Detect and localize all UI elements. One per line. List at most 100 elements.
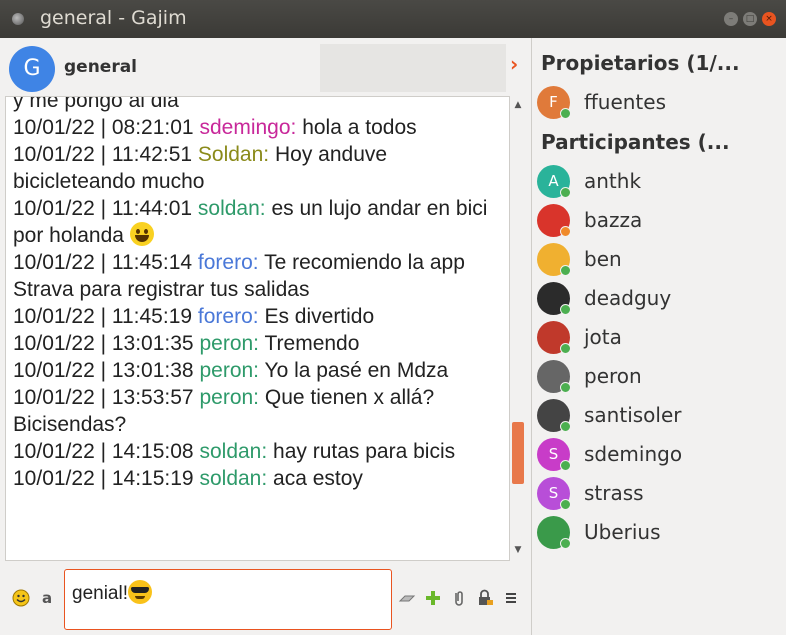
hamburger-menu-icon[interactable]: [502, 589, 520, 607]
room-avatar: G: [9, 46, 55, 92]
paperclip-icon[interactable]: [450, 589, 468, 607]
member-name: sdemingo: [584, 442, 683, 466]
member-name: anthk: [584, 169, 642, 193]
message-nick[interactable]: soldan:: [199, 440, 267, 463]
presence-status-icon: [560, 460, 571, 471]
owners-group-header[interactable]: Propietarios (1/...: [541, 51, 740, 75]
chat-message: y me pongo al dia: [13, 96, 508, 114]
member-name: ben: [584, 247, 622, 271]
member-name: Uberius: [584, 520, 661, 544]
roster-member[interactable]: jota: [537, 319, 782, 355]
presence-status-icon: [560, 499, 571, 510]
presence-status-icon: [560, 382, 571, 393]
message-text: aca estoy: [273, 467, 363, 490]
roster-member[interactable]: peron: [537, 358, 782, 394]
message-input[interactable]: genial!: [64, 569, 392, 630]
message-list: y me pongo al dia 10/01/22 | 08:21:01 sde…: [13, 96, 508, 492]
presence-status-icon: [560, 343, 571, 354]
message-timestamp: 10/01/22 | 08:21:01: [13, 116, 194, 139]
format-text-icon[interactable]: a: [38, 589, 56, 607]
message-nick[interactable]: sdemingo:: [199, 116, 296, 139]
message-text: y me pongo al dia: [13, 96, 179, 112]
conversation-view[interactable]: y me pongo al dia 10/01/22 | 08:21:01 sde…: [5, 96, 510, 561]
member-name: santisoler: [584, 403, 682, 427]
message-text: Es divertido: [264, 305, 375, 328]
presence-status-icon: [560, 265, 571, 276]
chat-message: 10/01/22 | 14:15:19 soldan: aca estoy: [13, 465, 508, 492]
lock-icon[interactable]: [476, 589, 494, 607]
send-file-icon[interactable]: [398, 589, 416, 607]
chat-message: 10/01/22 | 13:01:35 peron: Tremendo: [13, 330, 508, 357]
roster-member[interactable]: Aanthk: [537, 163, 782, 199]
plus-icon[interactable]: [424, 589, 442, 607]
message-nick[interactable]: peron:: [199, 386, 259, 409]
sunglasses-emoji-icon: [128, 580, 152, 604]
room-name: general: [64, 57, 138, 77]
emoji-smiley-icon[interactable]: [12, 589, 30, 607]
message-nick[interactable]: Soldan:: [198, 143, 269, 166]
message-nick[interactable]: peron:: [199, 332, 259, 355]
scrollbar[interactable]: ▲ ▼: [510, 96, 526, 561]
member-name: strass: [584, 481, 644, 505]
maximize-icon[interactable]: □: [743, 12, 757, 26]
message-text: Yo la pasé en Mdza: [264, 359, 449, 382]
scrollbar-thumb[interactable]: [512, 422, 524, 484]
chat-message: 10/01/22 | 11:45:14 forero: Te recomiend…: [13, 249, 508, 303]
chat-message: 10/01/22 | 13:53:57 peron: Que tienen x …: [13, 384, 508, 438]
close-icon[interactable]: ×: [762, 12, 776, 26]
roster-member[interactable]: deadguy: [537, 280, 782, 316]
message-nick[interactable]: peron:: [199, 359, 259, 382]
message-nick[interactable]: soldan:: [198, 197, 266, 220]
gajim-window: general - Gajim – □ × G general › y me p…: [0, 0, 786, 635]
member-name: ffuentes: [584, 90, 667, 114]
window-title: general - Gajim: [40, 7, 187, 29]
roster-member[interactable]: santisoler: [537, 397, 782, 433]
roster-member[interactable]: bazza: [537, 202, 782, 238]
member-name: peron: [584, 364, 642, 388]
scroll-down-icon[interactable]: ▼: [510, 543, 526, 557]
presence-status-icon: [560, 538, 571, 549]
chat-pane: G general › y me pongo al dia 10/01/22 | …: [0, 38, 531, 635]
message-timestamp: 10/01/22 | 13:01:38: [13, 359, 194, 382]
roster-member[interactable]: Ssdemingo: [537, 436, 782, 472]
roster-member[interactable]: Sstrass: [537, 475, 782, 511]
composer-bar: a genial!: [0, 561, 531, 635]
chat-message: 10/01/22 | 13:01:38 peron: Yo la pasé en…: [13, 357, 508, 384]
presence-status-icon: [560, 226, 571, 237]
presence-status-icon: [560, 304, 571, 315]
minimize-icon[interactable]: –: [724, 12, 738, 26]
message-nick[interactable]: forero:: [198, 251, 259, 274]
chevron-right-icon[interactable]: ›: [510, 52, 518, 76]
app-icon: [12, 13, 24, 25]
presence-status-icon: [560, 108, 571, 119]
message-text: hola a todos: [302, 116, 417, 139]
member-name: jota: [584, 325, 622, 349]
message-timestamp: 10/01/22 | 13:53:57: [13, 386, 194, 409]
participant-roster: Propietarios (1/... Fffuentes Participan…: [532, 38, 786, 635]
member-name: deadguy: [584, 286, 672, 310]
chat-header: G general ›: [0, 38, 531, 96]
roster-member[interactable]: Fffuentes: [537, 84, 782, 120]
message-timestamp: 10/01/22 | 11:45:14: [13, 251, 193, 274]
message-timestamp: 10/01/22 | 14:15:19: [13, 467, 194, 490]
message-nick[interactable]: forero:: [198, 305, 259, 328]
roster-member[interactable]: Uberius: [537, 514, 782, 550]
message-timestamp: 10/01/22 | 11:45:19: [13, 305, 193, 328]
chat-message: 10/01/22 | 11:42:51 Soldan: Hoy anduve b…: [13, 141, 508, 195]
chat-message: 10/01/22 | 08:21:01 sdemingo: hola a tod…: [13, 114, 508, 141]
member-name: bazza: [584, 208, 643, 232]
roster-member[interactable]: ben: [537, 241, 782, 277]
grinning-emoji-icon: [129, 222, 154, 246]
header-banner: [320, 44, 506, 92]
message-timestamp: 10/01/22 | 11:42:51: [13, 143, 193, 166]
chat-message: 10/01/22 | 11:45:19 forero: Es divertido: [13, 303, 508, 330]
message-timestamp: 10/01/22 | 11:44:01: [13, 197, 193, 220]
message-timestamp: 10/01/22 | 13:01:35: [13, 332, 194, 355]
message-text: Tremendo: [264, 332, 360, 355]
message-nick[interactable]: soldan:: [199, 467, 267, 490]
title-bar[interactable]: general - Gajim – □ ×: [0, 0, 786, 38]
participants-group-header[interactable]: Participantes (...: [541, 130, 730, 154]
scroll-up-icon[interactable]: ▲: [510, 98, 526, 112]
chat-message: 10/01/22 | 11:44:01 soldan: es un lujo a…: [13, 195, 508, 249]
presence-status-icon: [560, 187, 571, 198]
